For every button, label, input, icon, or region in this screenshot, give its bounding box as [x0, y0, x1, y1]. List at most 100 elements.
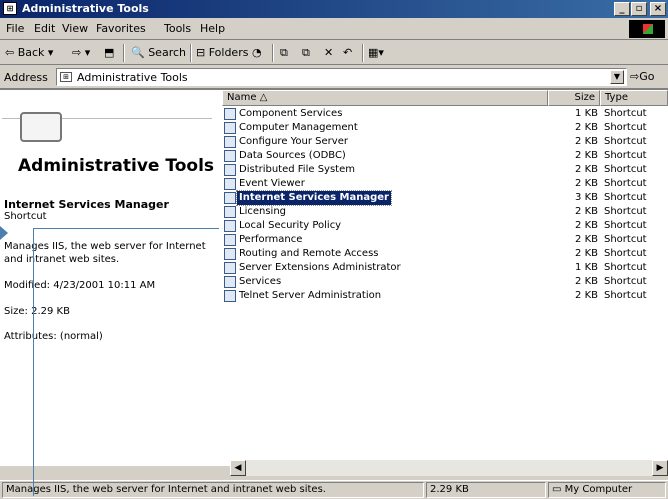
undo-icon[interactable]: ↶: [343, 46, 352, 59]
go-button[interactable]: ⇨Go: [630, 70, 654, 83]
file-row[interactable]: Server Extensions Administrator 1 KB Short…: [222, 261, 668, 275]
selected-item-attributes: Attributes: (normal): [4, 331, 103, 342]
toolbar-separator: [123, 44, 125, 62]
file-name: Computer Management: [239, 122, 358, 133]
explorer-window: ⊞ Administrative Tools _ ▫ × File Edit V…: [0, 0, 668, 499]
column-type[interactable]: Type: [600, 90, 668, 106]
views-icon[interactable]: ▦▾: [368, 46, 384, 59]
file-name: Performance: [239, 234, 303, 245]
address-dropdown-icon[interactable]: ▼: [610, 70, 624, 84]
file-name: Services: [239, 276, 282, 287]
menu-help[interactable]: Help: [200, 22, 225, 35]
address-label: Address: [4, 71, 48, 84]
file-size: 2 KB: [575, 136, 598, 147]
callout-line: [33, 228, 34, 496]
selected-item-modified: Modified: 4/23/2001 10:11 AM: [4, 280, 156, 291]
file-row[interactable]: Distributed File System 2 KB Shortcut: [222, 163, 668, 177]
column-name-label: Name: [227, 92, 257, 103]
menu-favorites[interactable]: Favorites: [96, 22, 146, 35]
copy-to-icon[interactable]: ⧉: [302, 46, 310, 60]
menu-view[interactable]: View: [62, 22, 88, 35]
file-row[interactable]: Component Services 1 KB Shortcut: [222, 107, 668, 121]
file-size: 2 KB: [575, 290, 598, 301]
column-headers: Name △ Size Type: [222, 90, 668, 106]
shortcut-icon: [224, 248, 236, 260]
selected-item-size: Size: 2.29 KB: [4, 306, 70, 317]
folders-button[interactable]: ⊟ Folders: [196, 46, 248, 59]
close-button[interactable]: ×: [650, 2, 666, 16]
file-row[interactable]: Event Viewer 2 KB Shortcut: [222, 177, 668, 191]
file-row[interactable]: Internet Services Manager 3 KB Shortcut: [222, 190, 668, 206]
shortcut-icon: [224, 276, 236, 288]
history-icon[interactable]: ◔: [252, 46, 262, 59]
scroll-right-icon[interactable]: ▶: [652, 460, 668, 476]
shortcut-icon: [224, 150, 236, 162]
file-name: Routing and Remote Access: [239, 248, 379, 259]
file-size: 2 KB: [575, 206, 598, 217]
title-bar[interactable]: ⊞ Administrative Tools _ ▫ ×: [0, 0, 668, 18]
file-name: Distributed File System: [239, 164, 355, 175]
shortcut-icon: [224, 136, 236, 148]
file-type: Shortcut: [604, 178, 647, 189]
file-row[interactable]: Data Sources (ODBC) 2 KB Shortcut: [222, 149, 668, 163]
file-row[interactable]: Performance 2 KB Shortcut: [222, 233, 668, 247]
shortcut-icon: [224, 234, 236, 246]
file-size: 2 KB: [575, 276, 598, 287]
file-row[interactable]: Configure Your Server 2 KB Shortcut: [222, 135, 668, 149]
back-button[interactable]: ⇦ Back ▾: [5, 46, 53, 59]
file-type: Shortcut: [604, 262, 647, 273]
file-row[interactable]: Telnet Server Administration 2 KB Shortcut: [222, 289, 668, 303]
move-to-icon[interactable]: ⧉: [280, 46, 288, 60]
file-size: 1 KB: [575, 108, 598, 119]
callout-arrow-icon: [0, 226, 8, 240]
file-type: Shortcut: [604, 276, 647, 287]
horizontal-scrollbar[interactable]: ◀ ▶: [230, 460, 668, 476]
toolbar-separator: [272, 44, 274, 62]
file-name: Internet Services Manager: [236, 190, 392, 206]
admin-tools-icon: [20, 112, 62, 142]
menu-bar: File Edit View Favorites Tools Help: [0, 19, 668, 40]
status-zone: ▭ My Computer: [548, 482, 666, 498]
toolbar: ⇦ Back ▾ ⇨ ▾ ⬒ 🔍 Search ⊟ Folders ◔ ⧉ ⧉ …: [0, 40, 668, 65]
minimize-button[interactable]: _: [614, 2, 630, 16]
menu-tools[interactable]: Tools: [164, 22, 191, 35]
column-size[interactable]: Size: [548, 90, 600, 106]
file-type: Shortcut: [604, 136, 647, 147]
address-input[interactable]: ⊞ Administrative Tools ▼: [56, 68, 627, 86]
file-size: 2 KB: [575, 122, 598, 133]
menu-file[interactable]: File: [6, 22, 24, 35]
up-folder-icon[interactable]: ⬒: [104, 46, 114, 59]
shortcut-icon: [224, 206, 236, 218]
window-icon: ⊞: [3, 2, 17, 15]
file-type: Shortcut: [604, 290, 647, 301]
scroll-left-icon[interactable]: ◀: [230, 460, 246, 476]
forward-button[interactable]: ⇨ ▾: [72, 46, 90, 59]
file-name: Server Extensions Administrator: [239, 262, 401, 273]
search-button[interactable]: 🔍 Search: [131, 46, 186, 59]
back-label: Back: [17, 46, 45, 59]
shortcut-icon: [224, 178, 236, 190]
file-name: Telnet Server Administration: [239, 290, 382, 301]
file-row[interactable]: Services 2 KB Shortcut: [222, 275, 668, 289]
file-row[interactable]: Routing and Remote Access 2 KB Shortcut: [222, 247, 668, 261]
shortcut-icon: [224, 108, 236, 120]
search-label: Search: [148, 46, 186, 59]
windows-logo-icon: [629, 20, 665, 38]
menu-edit[interactable]: Edit: [34, 22, 55, 35]
file-name: Component Services: [239, 108, 343, 119]
selected-item-description: Manages IIS, the web server for Internet…: [4, 241, 206, 265]
file-row[interactable]: Local Security Policy 2 KB Shortcut: [222, 219, 668, 233]
content-area: Administrative Tools Internet Services M…: [0, 89, 668, 476]
file-type: Shortcut: [604, 192, 647, 203]
pane-title: Administrative Tools: [18, 156, 215, 176]
file-name: Data Sources (ODBC): [239, 150, 346, 161]
delete-icon[interactable]: ✕: [324, 46, 333, 59]
file-row[interactable]: Computer Management 2 KB Shortcut: [222, 121, 668, 135]
status-bar: Manages IIS, the web server for Internet…: [0, 480, 668, 499]
file-size: 1 KB: [575, 262, 598, 273]
selected-item-name: Internet Services Manager: [4, 198, 169, 211]
maximize-button[interactable]: ▫: [631, 2, 647, 16]
file-row[interactable]: Licensing 2 KB Shortcut: [222, 205, 668, 219]
file-size: 2 KB: [575, 248, 598, 259]
column-name[interactable]: Name △: [222, 90, 548, 106]
